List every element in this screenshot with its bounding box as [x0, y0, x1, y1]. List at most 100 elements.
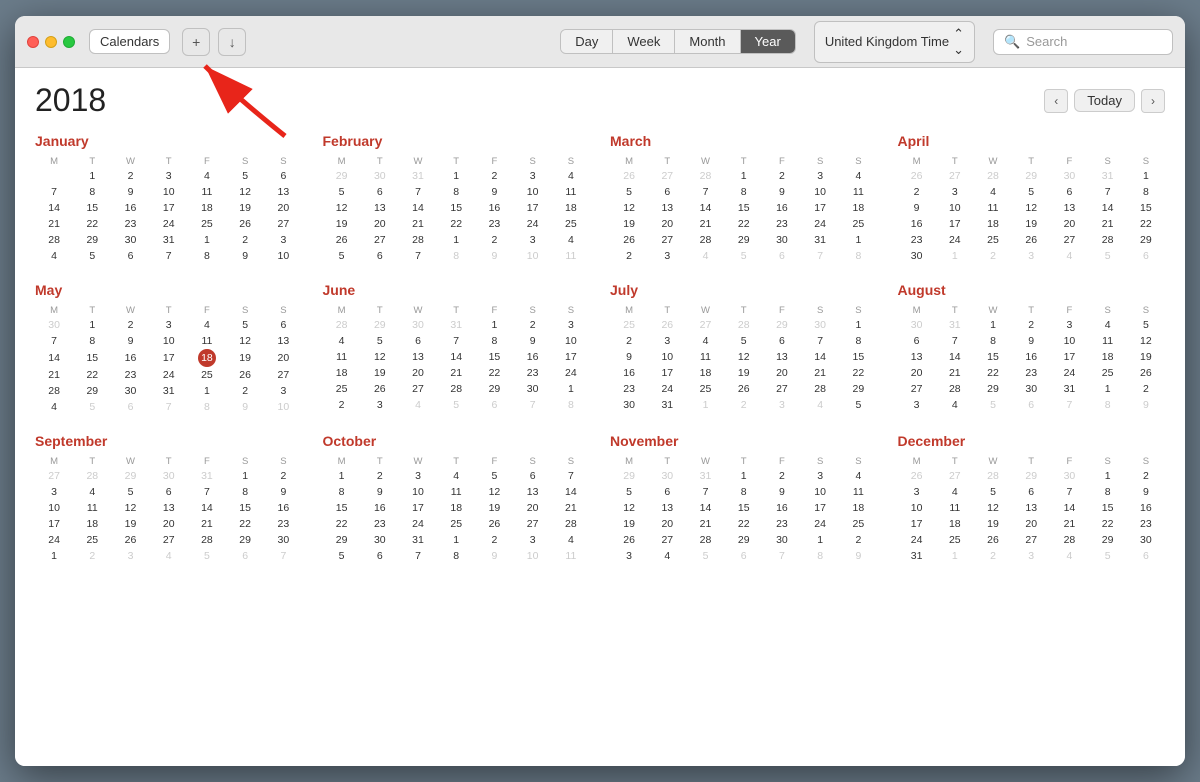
calendar-day[interactable]: 19 — [226, 349, 264, 367]
calendar-day[interactable]: 30 — [399, 317, 437, 333]
calendar-day[interactable]: 29 — [1012, 168, 1050, 184]
calendar-day[interactable]: 30 — [1050, 468, 1088, 484]
calendar-day[interactable]: 29 — [725, 232, 763, 248]
calendar-day[interactable]: 24 — [801, 216, 839, 232]
calendar-day[interactable]: 21 — [437, 365, 475, 381]
calendar-day[interactable]: 1 — [188, 232, 226, 248]
calendar-day[interactable]: 6 — [264, 317, 302, 333]
calendar-day[interactable]: 3 — [399, 468, 437, 484]
calendar-day[interactable]: 10 — [514, 248, 552, 264]
calendar-day[interactable]: 7 — [1050, 484, 1088, 500]
calendar-day[interactable]: 18 — [974, 216, 1012, 232]
calendar-day[interactable]: 11 — [437, 484, 475, 500]
calendar-day[interactable]: 2 — [514, 317, 552, 333]
calendar-day[interactable]: 4 — [73, 484, 111, 500]
calendar-day[interactable]: 11 — [974, 200, 1012, 216]
calendar-day[interactable]: 24 — [801, 516, 839, 532]
calendar-day[interactable]: 17 — [648, 365, 686, 381]
calendar-day[interactable]: 20 — [1050, 216, 1088, 232]
calendar-day[interactable]: 29 — [73, 383, 111, 399]
calendar-day[interactable]: 21 — [552, 500, 590, 516]
calendar-day[interactable]: 28 — [686, 168, 724, 184]
calendar-day[interactable]: 20 — [1012, 516, 1050, 532]
calendar-day[interactable]: 27 — [1050, 232, 1088, 248]
calendar-day[interactable]: 17 — [399, 500, 437, 516]
calendar-day[interactable]: 8 — [801, 548, 839, 564]
calendar-day[interactable]: 18 — [437, 500, 475, 516]
calendar-day[interactable]: 23 — [763, 516, 801, 532]
calendar-day[interactable]: 10 — [399, 484, 437, 500]
calendar-day[interactable]: 7 — [936, 333, 974, 349]
calendar-day[interactable]: 13 — [648, 200, 686, 216]
month-name-april[interactable]: April — [898, 133, 1166, 149]
calendar-day[interactable]: 5 — [361, 333, 399, 349]
calendar-day[interactable]: 7 — [150, 399, 188, 415]
calendar-day[interactable]: 25 — [839, 216, 877, 232]
calendar-day[interactable]: 24 — [399, 516, 437, 532]
month-name-may[interactable]: May — [35, 282, 303, 298]
calendar-day[interactable]: 27 — [686, 317, 724, 333]
month-name-march[interactable]: March — [610, 133, 878, 149]
calendar-day[interactable]: 7 — [1050, 397, 1088, 413]
calendar-day[interactable]: 29 — [323, 532, 361, 548]
calendar-day[interactable]: 31 — [648, 397, 686, 413]
calendar-day[interactable]: 26 — [610, 532, 648, 548]
calendar-day[interactable]: 2 — [763, 168, 801, 184]
calendar-day[interactable]: 3 — [898, 484, 936, 500]
calendar-day[interactable]: 19 — [475, 500, 513, 516]
calendar-day[interactable]: 27 — [898, 381, 936, 397]
calendar-day[interactable]: 2 — [763, 468, 801, 484]
calendar-day[interactable]: 29 — [475, 381, 513, 397]
calendar-day[interactable]: 1 — [323, 468, 361, 484]
calendar-day[interactable]: 29 — [1127, 232, 1165, 248]
calendar-day[interactable]: 4 — [437, 468, 475, 484]
calendar-day[interactable]: 12 — [974, 500, 1012, 516]
calendar-day[interactable]: 13 — [361, 200, 399, 216]
calendar-day[interactable]: 24 — [150, 367, 188, 383]
calendar-day[interactable]: 5 — [725, 333, 763, 349]
calendar-day[interactable]: 29 — [226, 532, 264, 548]
calendar-day[interactable]: 1 — [475, 317, 513, 333]
calendar-day[interactable]: 22 — [73, 216, 111, 232]
calendar-day[interactable]: 13 — [1012, 500, 1050, 516]
calendar-day[interactable]: 12 — [226, 333, 264, 349]
calendar-day[interactable]: 18 — [1089, 349, 1127, 365]
calendar-day[interactable]: 4 — [1050, 248, 1088, 264]
calendar-day[interactable]: 5 — [610, 184, 648, 200]
calendar-day[interactable]: 5 — [974, 484, 1012, 500]
calendar-day[interactable]: 28 — [974, 168, 1012, 184]
calendar-day[interactable]: 15 — [73, 349, 111, 367]
calendar-day[interactable]: 20 — [648, 516, 686, 532]
calendar-day[interactable]: 18 — [188, 200, 226, 216]
calendar-day[interactable]: 3 — [361, 397, 399, 413]
calendar-day[interactable]: 27 — [1012, 532, 1050, 548]
calendar-day[interactable]: 8 — [188, 399, 226, 415]
calendar-day[interactable]: 7 — [801, 248, 839, 264]
calendar-day[interactable]: 4 — [35, 399, 73, 415]
calendar-day[interactable]: 4 — [323, 333, 361, 349]
calendar-day[interactable]: 10 — [150, 333, 188, 349]
calendar-day[interactable]: 15 — [725, 200, 763, 216]
calendar-day[interactable]: 1 — [437, 532, 475, 548]
calendar-day[interactable]: 20 — [361, 216, 399, 232]
calendar-day[interactable]: 17 — [936, 216, 974, 232]
calendar-day[interactable]: 9 — [1127, 484, 1165, 500]
calendar-day[interactable]: 6 — [361, 248, 399, 264]
calendar-day[interactable]: 10 — [264, 399, 302, 415]
calendar-day[interactable]: 7 — [399, 548, 437, 564]
calendar-day[interactable]: 22 — [475, 365, 513, 381]
calendar-day[interactable]: 8 — [188, 248, 226, 264]
calendar-day[interactable]: 9 — [361, 484, 399, 500]
calendar-day[interactable]: 31 — [437, 317, 475, 333]
calendar-day[interactable]: 9 — [1012, 333, 1050, 349]
calendar-day[interactable]: 2 — [475, 232, 513, 248]
calendar-day[interactable]: 26 — [226, 216, 264, 232]
tab-month[interactable]: Month — [675, 30, 740, 53]
calendar-day[interactable]: 19 — [725, 365, 763, 381]
calendar-day[interactable]: 7 — [399, 184, 437, 200]
calendar-day[interactable]: 4 — [150, 548, 188, 564]
calendar-day[interactable]: 30 — [111, 232, 149, 248]
month-name-december[interactable]: December — [898, 433, 1166, 449]
calendar-day[interactable]: 10 — [264, 248, 302, 264]
calendar-day[interactable]: 28 — [35, 232, 73, 248]
